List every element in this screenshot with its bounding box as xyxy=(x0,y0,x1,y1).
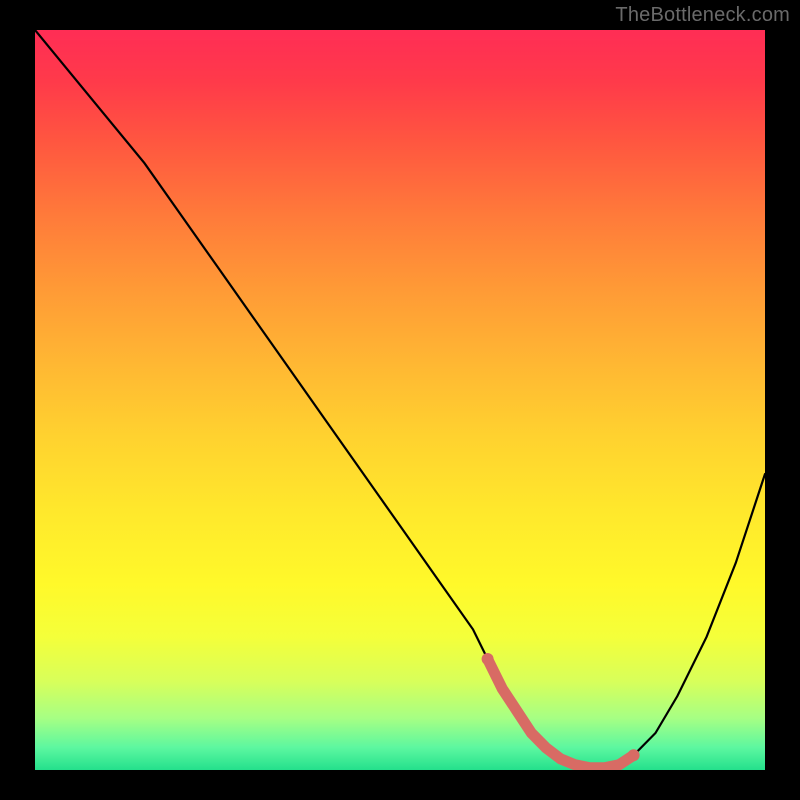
optimal-range-marker xyxy=(488,659,634,768)
bottleneck-chart xyxy=(35,30,765,770)
optimal-range-end-dot xyxy=(628,749,640,761)
plot-area xyxy=(35,30,765,770)
bottleneck-curve-line xyxy=(35,30,765,768)
watermark-text: TheBottleneck.com xyxy=(615,4,790,27)
optimal-range-start-dot xyxy=(482,653,494,665)
chart-frame: TheBottleneck.com xyxy=(0,0,800,800)
